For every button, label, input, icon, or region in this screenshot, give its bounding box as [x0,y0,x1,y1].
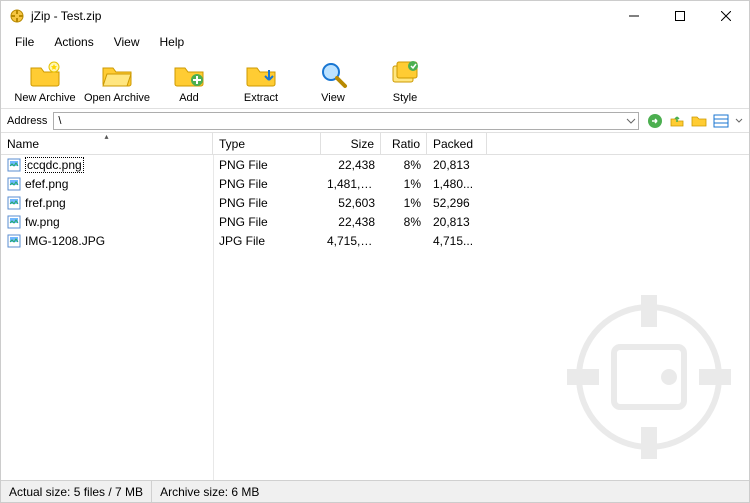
magnifier-icon [317,58,349,90]
column-headers: ▴ Name Type Size Ratio Packed [1,133,749,155]
minimize-button[interactable] [611,1,657,31]
table-row[interactable]: fw.png PNG File22,4388%20,813 [1,212,749,231]
cell-name: IMG-1208.JPG [1,234,213,248]
table-row[interactable]: fref.png PNG File52,6031%52,296 [1,193,749,212]
view-mode-icon[interactable] [713,113,729,129]
watermark-icon [559,287,739,470]
menu-view[interactable]: View [106,33,148,51]
cell-ratio: 8% [381,158,427,172]
file-name: efef.png [25,177,68,191]
image-file-icon [7,158,21,172]
col-header-name[interactable]: ▴ Name [1,133,213,154]
sort-asc-icon: ▴ [104,133,108,141]
col-header-spacer [487,133,749,154]
address-label: Address [7,115,49,127]
col-header-size[interactable]: Size [321,133,381,154]
folder-icon[interactable] [691,113,707,129]
address-value: \ [58,115,61,127]
cell-ratio: 1% [381,196,427,210]
table-row[interactable]: efef.png PNG File1,481,6051%1,480... [1,174,749,193]
file-list: ▴ Name Type Size Ratio Packed [1,133,749,480]
cell-name: fref.png [1,196,213,210]
col-header-ratio[interactable]: Ratio [381,133,427,154]
folder-open-icon [101,58,133,90]
image-file-icon [7,196,21,210]
col-header-packed[interactable]: Packed [427,133,487,154]
toolbar: New Archive Open Archive Add Extract Vie… [1,53,749,109]
add-button[interactable]: Add [153,58,225,106]
cell-type: PNG File [213,196,321,210]
toolbar-label: View [321,92,345,104]
view-button[interactable]: View [297,58,369,106]
address-toolbar [643,113,743,129]
cell-packed: 20,813 [427,215,487,229]
cell-ratio: 8% [381,215,427,229]
cell-name: efef.png [1,177,213,191]
menubar: File Actions View Help [1,31,749,53]
chevron-down-icon[interactable] [626,114,636,131]
address-input[interactable]: \ [53,112,639,130]
cell-type: PNG File [213,177,321,191]
toolbar-label: Style [393,92,417,104]
app-icon [9,8,25,24]
cell-ratio: 1% [381,177,427,191]
status-archive: Archive size: 6 MB [152,481,267,502]
image-file-icon [7,234,21,248]
toolbar-label: Open Archive [84,92,150,104]
maximize-button[interactable] [657,1,703,31]
cell-type: JPG File [213,234,321,248]
cell-packed: 1,480... [427,177,487,191]
dropdown-icon[interactable] [735,113,743,129]
toolbar-label: Extract [244,92,278,104]
extract-button[interactable]: Extract [225,58,297,106]
cell-packed: 20,813 [427,158,487,172]
statusbar: Actual size: 5 files / 7 MB Archive size… [1,480,749,502]
cell-size: 22,438 [321,158,381,172]
cell-type: PNG File [213,158,321,172]
status-actual: Actual size: 5 files / 7 MB [1,481,152,502]
image-file-icon [7,215,21,229]
cell-size: 22,438 [321,215,381,229]
file-name: IMG-1208.JPG [25,234,105,248]
cell-name: ccqdc.png [1,157,213,173]
table-row[interactable]: IMG-1208.JPG JPG File4,715,202 4,715... [1,231,749,250]
cell-size: 4,715,202 [321,234,381,248]
address-bar: Address \ [1,109,749,133]
folder-new-icon [29,58,61,90]
menu-file[interactable]: File [7,33,42,51]
style-button[interactable]: Style [369,58,441,106]
col-header-type[interactable]: Type [213,133,321,154]
folder-extract-icon [245,58,277,90]
menu-actions[interactable]: Actions [46,33,101,51]
file-name: ccqdc.png [25,157,84,173]
toolbar-label: New Archive [14,92,75,104]
toolbar-label: Add [179,92,199,104]
style-icon [389,58,421,90]
app-window: jZip - Test.zip File Actions View Help N… [0,0,750,503]
titlebar: jZip - Test.zip [1,1,749,31]
folder-add-icon [173,58,205,90]
cell-type: PNG File [213,215,321,229]
new-archive-button[interactable]: New Archive [9,58,81,106]
cell-packed: 52,296 [427,196,487,210]
up-icon[interactable] [669,113,685,129]
window-title: jZip - Test.zip [31,9,101,23]
cell-name: fw.png [1,215,213,229]
cell-size: 1,481,605 [321,177,381,191]
table-row[interactable]: ccqdc.png PNG File22,4388%20,813 [1,155,749,174]
file-name: fref.png [25,196,66,210]
file-rows: ccqdc.pngPNG File22,4388%20,813efef.pngP… [1,155,749,480]
go-icon[interactable] [647,113,663,129]
cell-packed: 4,715... [427,234,487,248]
file-name: fw.png [25,215,60,229]
window-controls [611,1,749,31]
menu-help[interactable]: Help [152,33,193,51]
open-archive-button[interactable]: Open Archive [81,58,153,106]
close-button[interactable] [703,1,749,31]
image-file-icon [7,177,21,191]
cell-size: 52,603 [321,196,381,210]
